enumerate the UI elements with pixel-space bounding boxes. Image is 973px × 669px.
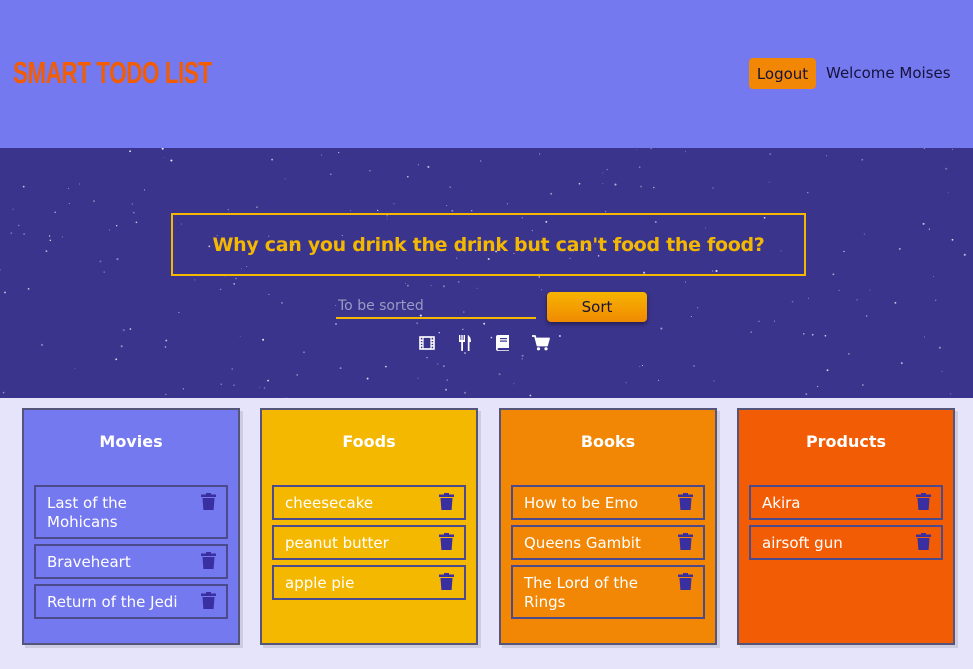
book-icon[interactable] (494, 334, 512, 352)
welcome-text: Welcome Moises (826, 64, 951, 82)
task-label: apple pie (285, 574, 355, 592)
hero-section: Why can you drink the drink but can't fo… (0, 148, 973, 398)
film-icon[interactable] (418, 334, 436, 352)
task-item[interactable]: apple pie (272, 565, 466, 600)
trash-icon[interactable] (201, 592, 216, 609)
trash-icon[interactable] (678, 533, 693, 550)
task-list: How to be Emo Queens Gambit The Lord of th… (511, 485, 705, 624)
trash-icon[interactable] (439, 493, 454, 510)
task-item[interactable]: How to be Emo (511, 485, 705, 520)
task-list: Last of the Mohicans Braveheart Return of … (34, 485, 228, 624)
task-label: Last of the Mohicans (47, 494, 127, 531)
trash-icon[interactable] (201, 493, 216, 510)
task-input[interactable] (336, 295, 536, 319)
task-label: peanut butter (285, 534, 389, 552)
task-label: cheesecake (285, 494, 374, 512)
app-logo: SMART TODO LIST (13, 55, 212, 90)
category-column-foods: Foods cheesecake peanut butter apple pie (260, 408, 478, 645)
task-label: Queens Gambit (524, 534, 641, 552)
category-column-books: Books How to be Emo Queens Gambit The Lord … (499, 408, 717, 645)
category-title: Foods (342, 432, 396, 451)
utensils-icon[interactable] (456, 334, 474, 352)
task-label: The Lord of the Rings (524, 574, 638, 611)
trash-icon[interactable] (439, 573, 454, 590)
task-item[interactable]: The Lord of the Rings (511, 565, 705, 619)
trash-icon[interactable] (439, 533, 454, 550)
task-label: Akira (762, 494, 801, 512)
category-title: Books (580, 432, 636, 451)
category-title: Movies (99, 432, 163, 451)
quote-box: Why can you drink the drink but can't fo… (171, 213, 806, 276)
task-list: Akira airsoft gun (749, 485, 943, 565)
task-list: cheesecake peanut butter apple pie (272, 485, 466, 605)
task-item[interactable]: airsoft gun (749, 525, 943, 560)
task-item[interactable]: Return of the Jedi (34, 584, 228, 619)
shopping-cart-icon[interactable] (532, 334, 550, 352)
task-label: Braveheart (47, 553, 131, 571)
task-label: airsoft gun (762, 534, 843, 552)
logout-button[interactable]: Logout (749, 58, 816, 89)
trash-icon[interactable] (678, 493, 693, 510)
task-item[interactable]: Braveheart (34, 544, 228, 579)
category-column-movies: Movies Last of the Mohicans Braveheart Retu… (22, 408, 240, 645)
task-label: How to be Emo (524, 494, 639, 512)
task-item[interactable]: Akira (749, 485, 943, 520)
trash-icon[interactable] (201, 552, 216, 569)
trash-icon[interactable] (916, 493, 931, 510)
trash-icon[interactable] (678, 573, 693, 590)
category-title: Products (805, 432, 887, 451)
category-board: Movies Last of the Mohicans Braveheart Retu… (22, 408, 955, 645)
task-label: Return of the Jedi (47, 593, 178, 611)
header: SMART TODO LIST Logout Welcome Moises (0, 0, 973, 148)
task-item[interactable]: peanut butter (272, 525, 466, 560)
trash-icon[interactable] (916, 533, 931, 550)
task-item[interactable]: Last of the Mohicans (34, 485, 228, 539)
sort-button[interactable]: Sort (547, 292, 647, 322)
task-item[interactable]: cheesecake (272, 485, 466, 520)
quote-text: Why can you drink the drink but can't fo… (212, 233, 765, 256)
category-column-products: Products Akira airsoft gun (737, 408, 955, 645)
task-item[interactable]: Queens Gambit (511, 525, 705, 560)
category-icons (418, 334, 550, 352)
